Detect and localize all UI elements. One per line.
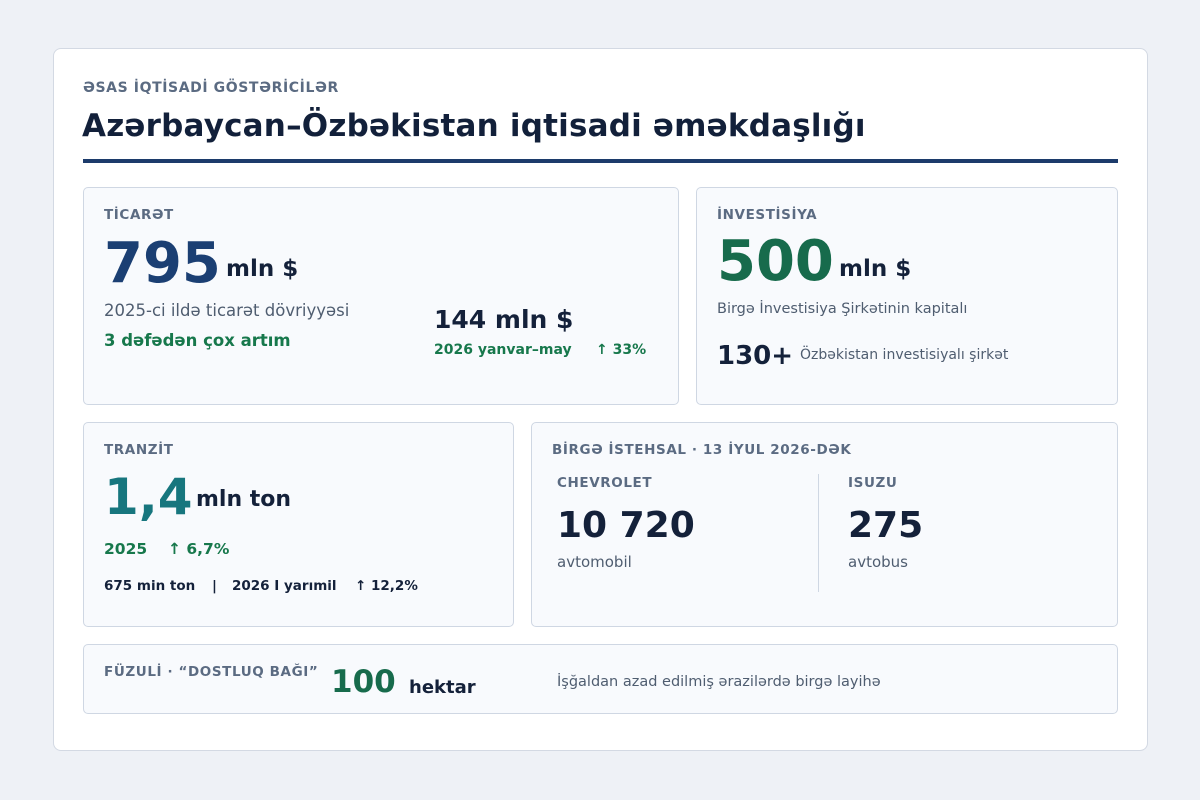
investment-value: 500	[717, 229, 834, 294]
investment-label: İNVESTİSİYA	[717, 207, 818, 223]
trade-unit: mln $	[226, 256, 299, 282]
investment-caption: Birgə İnvestisiya Şirkətinin kapitalı	[717, 301, 968, 317]
fuzuli-label: FÜZULİ · “DOSTLUQ BAĞI”	[104, 664, 319, 680]
transit-sub-period: 2026 I yarımil	[232, 578, 337, 594]
chevrolet-brand: CHEVROLET	[557, 475, 653, 491]
transit-value: 1,4	[104, 468, 193, 526]
investment-companies-count: 130+	[717, 341, 794, 371]
chevrolet-unit: avtomobil	[557, 553, 632, 571]
transit-sub-value: 675 min ton	[104, 578, 196, 594]
isuzu-brand: ISUZU	[848, 475, 898, 491]
title-rule	[83, 159, 1118, 163]
trade-label: TİCARƏT	[104, 207, 174, 223]
trade-sub-change: ↑ 33%	[596, 342, 647, 358]
page-eyebrow: ƏSAS İQTİSADİ GÖSTƏRİCİLƏR	[83, 80, 339, 96]
transit-label: TRANZİT	[104, 442, 174, 458]
page-title: Azərbaycan–Özbəkistan iqtisadi əməkdaşlı…	[82, 108, 866, 144]
trade-value: 795	[104, 231, 221, 296]
trade-caption: 2025-ci ildə ticarət dövriyyəsi	[104, 301, 350, 320]
trade-sub-period: 2026 yanvar–may	[434, 342, 572, 358]
transit-change: ↑ 6,7%	[168, 540, 230, 558]
trade-growth: 3 dəfədən çox artım	[104, 331, 291, 350]
fuzuli-unit: hektar	[409, 677, 476, 698]
fuzuli-value: 100	[331, 664, 396, 700]
trade-sub-value: 144 mln $	[434, 305, 574, 334]
investment-companies-label: Özbəkistan investisiyalı şirkət	[800, 347, 1009, 363]
transit-sub-change: ↑ 12,2%	[355, 578, 418, 594]
production-divider	[818, 474, 819, 592]
chevrolet-value: 10 720	[557, 505, 695, 546]
isuzu-value: 275	[848, 505, 924, 546]
transit-unit: mln ton	[196, 487, 292, 512]
transit-separator: |	[212, 578, 217, 594]
production-label: BİRGƏ İSTEHSAL · 13 İYUL 2026-DƏK	[552, 442, 852, 458]
fuzuli-caption: İşğaldan azad edilmiş ərazilərdə birgə l…	[557, 674, 881, 690]
investment-unit: mln $	[839, 256, 912, 282]
isuzu-unit: avtobus	[848, 553, 908, 571]
transit-year: 2025	[104, 540, 148, 558]
